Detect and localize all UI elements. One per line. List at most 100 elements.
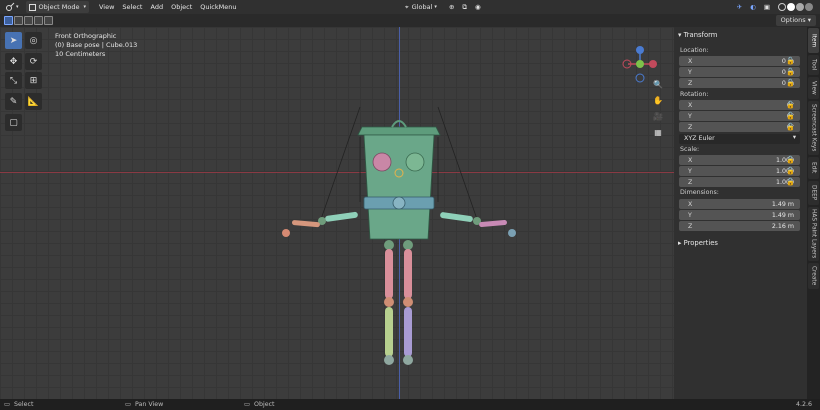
solid-shading-icon[interactable] — [787, 3, 795, 11]
rotation-label: Rotation: — [680, 91, 709, 98]
zoom-button[interactable]: 🔍 — [651, 77, 665, 91]
shading-modes[interactable] — [775, 1, 816, 13]
annotate-tool[interactable]: ✎ — [5, 93, 22, 110]
robot-right-arm — [440, 212, 516, 237]
overlays-toggle[interactable]: ◐ — [747, 1, 759, 13]
menu-quickmenu[interactable]: QuickMenu — [196, 3, 240, 11]
field-value: 1.49 m — [771, 200, 794, 208]
location-z-field[interactable]: Z0 m — [679, 78, 800, 88]
select-intersect-mode-button[interactable] — [44, 16, 53, 25]
gizmo-toggle[interactable]: ✈ — [734, 1, 745, 13]
lock-icon[interactable]: 🔓 — [786, 123, 795, 132]
axis-label: Y — [688, 68, 692, 76]
location-x-field[interactable]: X0 m — [679, 56, 800, 66]
axis-label: X — [688, 57, 693, 65]
select-subtract-mode-button[interactable] — [24, 16, 33, 25]
dimensions-label: Dimensions: — [680, 189, 719, 196]
cursor-tool[interactable]: ◎ — [25, 32, 42, 49]
axis-label: Y — [688, 112, 692, 120]
menu-add[interactable]: Add — [146, 3, 167, 11]
lock-icon[interactable]: 🔓 — [786, 57, 795, 66]
menu-view[interactable]: View — [95, 3, 118, 11]
wireframe-shading-icon[interactable] — [778, 3, 786, 11]
robot-body — [363, 134, 435, 240]
camera-view-button[interactable]: 🎥 — [651, 109, 665, 123]
select-new-mode-button[interactable] — [4, 16, 13, 25]
options-button[interactable]: Options ▾ — [775, 15, 816, 26]
transform-tool[interactable]: ⊞ — [25, 72, 42, 89]
hand-icon: ✋ — [653, 95, 663, 105]
menu-select[interactable]: Select — [118, 3, 146, 11]
rotation-y-field[interactable]: Y 0° — [679, 111, 800, 121]
pan-button[interactable]: ✋ — [651, 93, 665, 107]
location-y-field[interactable]: Y0 m — [679, 67, 800, 77]
lock-icon[interactable]: 🔓 — [786, 167, 795, 176]
lock-icon[interactable]: 🔓 — [786, 178, 795, 187]
scale-z-field[interactable]: Z 1.000 — [679, 177, 800, 187]
add-cube-icon: ▢ — [9, 117, 18, 128]
perspective-toggle-button[interactable]: ▦ — [651, 125, 665, 139]
chevron-down-icon: ▾ — [16, 4, 19, 10]
rotation-x-field[interactable]: X 0° — [679, 100, 800, 110]
editor-type-button[interactable]: ▾ — [2, 1, 22, 13]
scale-y-field[interactable]: Y 1.000 — [679, 166, 800, 176]
axis-label: X — [688, 200, 693, 208]
properties-title: Properties — [683, 239, 718, 247]
options-label: Options — [780, 16, 806, 24]
chevron-down-icon: ▾ — [678, 31, 682, 39]
measure-tool[interactable]: 📐 — [25, 93, 42, 110]
tab-deep[interactable]: DEEP — [808, 181, 819, 205]
mouse-right-icon: ▭ — [244, 401, 250, 408]
rotation-mode-select[interactable]: XYZ Euler ▾ — [679, 134, 800, 144]
axis-label: Y — [688, 167, 692, 175]
rotation-z-field[interactable]: Z 0° — [679, 122, 800, 132]
select-invert-mode-button[interactable] — [34, 16, 43, 25]
material-shading-icon[interactable] — [796, 3, 804, 11]
scale-info: 10 Centimeters — [55, 50, 106, 58]
add-cube-tool[interactable]: ▢ — [5, 114, 22, 131]
mouse-left-icon: ▭ — [4, 401, 10, 408]
dimensions-z-field[interactable]: Z 2.16 m — [679, 221, 800, 231]
zoom-icon: 🔍 — [653, 79, 663, 89]
select-box-tool[interactable]: ➤ — [5, 32, 22, 49]
dimensions-x-field[interactable]: X 1.49 m — [679, 199, 800, 209]
overlays-icon: ◐ — [750, 3, 756, 11]
view-name: Front Orthographic — [55, 32, 117, 40]
status-object: Object — [254, 401, 275, 408]
proportional-editing-toggle[interactable]: ◉ — [472, 1, 484, 13]
snap-toggle[interactable]: ⧉ — [459, 1, 470, 13]
lock-icon[interactable]: 🔓 — [786, 79, 795, 88]
lock-icon[interactable]: 🔓 — [786, 156, 795, 165]
select-extend-mode-button[interactable] — [14, 16, 23, 25]
chevron-right-icon: ▸ — [678, 239, 682, 247]
axis-label: X — [688, 156, 693, 164]
properties-panel-header[interactable]: ▸ Properties — [678, 239, 718, 247]
tab-view[interactable]: View — [808, 77, 819, 99]
lock-icon[interactable]: 🔓 — [786, 68, 795, 77]
transform-panel-header[interactable]: ▾ Transform — [678, 31, 717, 39]
lock-icon[interactable]: 🔓 — [786, 101, 795, 110]
move-tool[interactable]: ✥ — [5, 53, 22, 70]
mode-selector[interactable]: Object Mode ▾ — [25, 1, 89, 13]
tab-has-paint-layers[interactable]: HAS Paint Layers — [808, 207, 819, 261]
scale-x-field[interactable]: X 1.000 — [679, 155, 800, 165]
tab-create[interactable]: Create — [808, 263, 819, 289]
tab-edit[interactable]: Edit — [808, 157, 819, 179]
pivot-point-button[interactable]: ⊕ — [446, 1, 457, 13]
tab-screencast-keys[interactable]: Screencast Keys — [808, 101, 819, 155]
rendered-shading-icon[interactable] — [805, 3, 813, 11]
lock-icon[interactable]: 🔓 — [786, 112, 795, 121]
dimensions-y-field[interactable]: Y 1.49 m — [679, 210, 800, 220]
mouse-middle-icon: ▭ — [125, 401, 131, 408]
tab-item[interactable]: Item — [808, 28, 819, 53]
mode-label: Object Mode — [38, 3, 80, 11]
rotate-tool[interactable]: ⟳ — [25, 53, 42, 70]
3d-viewport[interactable]: ➤ ◎ ✥ ⟳ ⤡ ⊞ ✎ 📐 ▢ Front Orthographic (0)… — [0, 27, 674, 399]
proportional-icon: ◉ — [475, 3, 481, 11]
menu-object[interactable]: Object — [167, 3, 196, 11]
robot-model[interactable] — [0, 27, 674, 399]
scale-tool[interactable]: ⤡ — [5, 72, 22, 89]
transform-orientation-selector[interactable]: ⌖ Global ▾ — [402, 1, 440, 13]
xray-toggle[interactable]: ▣ — [761, 1, 773, 13]
tab-tool[interactable]: Tool — [808, 55, 819, 75]
